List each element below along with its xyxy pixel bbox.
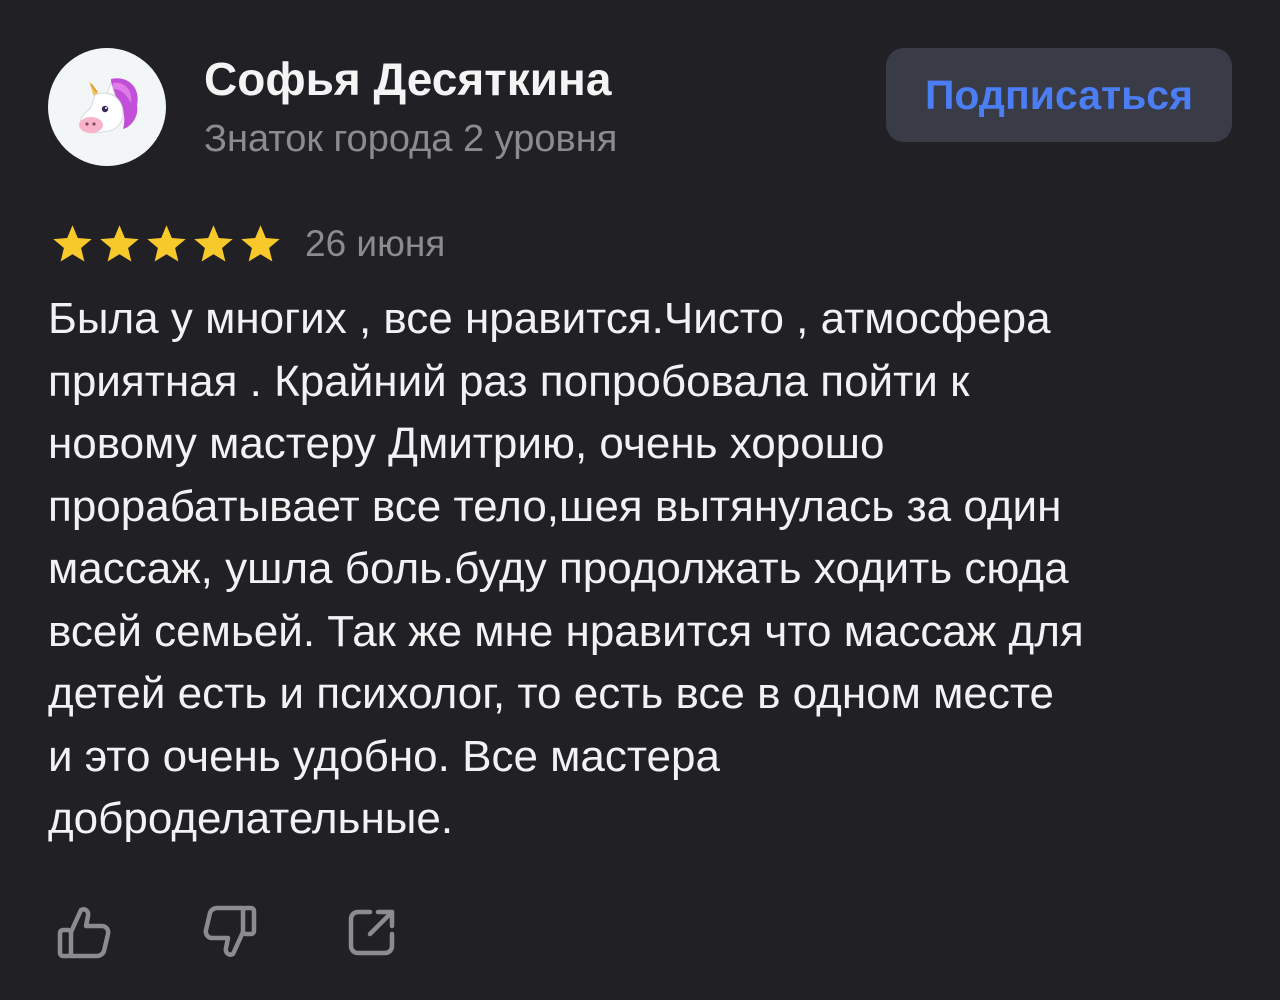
star-icon bbox=[144, 223, 189, 265]
author-avatar[interactable] bbox=[48, 48, 166, 166]
unicorn-icon bbox=[79, 78, 138, 134]
review-card: Софья Десяткина Знаток города 2 уровня П… bbox=[0, 0, 1280, 1000]
thumbs-up-icon bbox=[57, 907, 111, 959]
author-name[interactable]: Софья Десяткина bbox=[204, 52, 611, 106]
review-text: Была у многих , все нравится.Чисто , атм… bbox=[48, 294, 1084, 843]
rating-row: 26 июня bbox=[50, 222, 445, 266]
dislike-button[interactable] bbox=[198, 900, 262, 964]
star-icon bbox=[191, 223, 236, 265]
star-rating bbox=[50, 223, 283, 265]
star-icon bbox=[50, 223, 95, 265]
subscribe-button[interactable]: Подписаться bbox=[886, 48, 1232, 142]
share-icon bbox=[348, 909, 395, 956]
review-date: 26 июня bbox=[305, 223, 446, 264]
thumbs-down-icon bbox=[203, 905, 257, 957]
review-actions bbox=[52, 900, 404, 964]
share-button[interactable] bbox=[340, 900, 404, 964]
author-level: Знаток города 2 уровня bbox=[204, 118, 618, 160]
star-icon bbox=[238, 223, 283, 265]
star-icon bbox=[97, 223, 142, 265]
like-button[interactable] bbox=[52, 900, 116, 964]
